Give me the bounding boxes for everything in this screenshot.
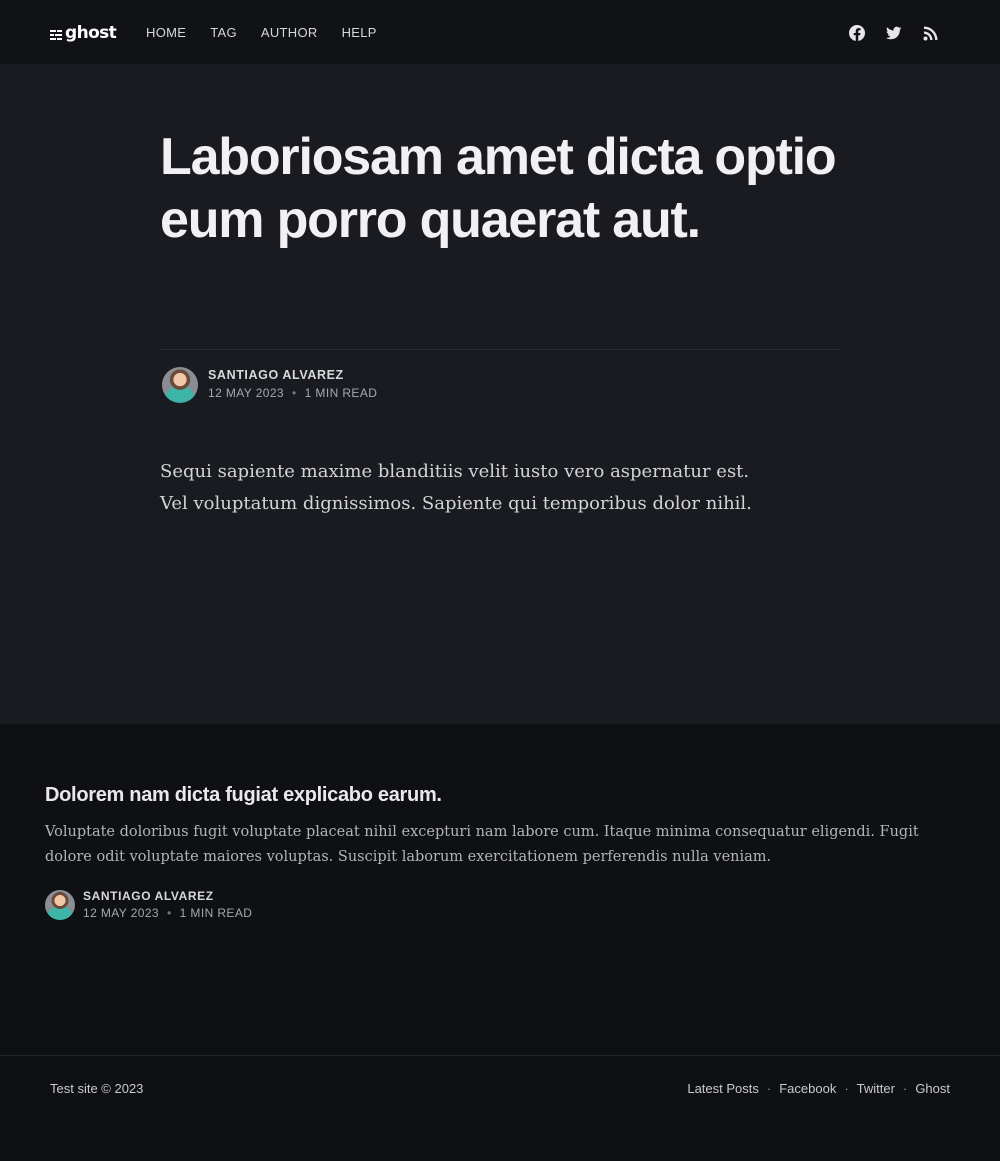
author-avatar[interactable] <box>162 367 198 403</box>
article-byline: SANTIAGO ALVAREZ 12 MAY 2023 • 1 MIN READ <box>162 367 377 403</box>
social-links <box>848 24 959 42</box>
twitter-icon[interactable] <box>885 24 903 42</box>
byline-text: SANTIAGO ALVAREZ 12 MAY 2023 • 1 MIN READ <box>83 888 252 922</box>
author-name[interactable]: SANTIAGO ALVAREZ <box>208 367 377 383</box>
reading-time: 1 MIN READ <box>304 386 378 400</box>
facebook-icon[interactable] <box>848 24 866 42</box>
author-avatar[interactable] <box>45 890 75 920</box>
ghost-logo-icon <box>50 28 62 40</box>
footer-separator: · <box>844 1081 849 1096</box>
footer-link-twitter[interactable]: Twitter <box>857 1081 895 1096</box>
author-name[interactable]: SANTIAGO ALVAREZ <box>83 888 252 904</box>
related-post-byline: SANTIAGO ALVAREZ 12 MAY 2023 • 1 MIN READ <box>45 888 252 922</box>
footer-separator: · <box>902 1081 908 1096</box>
publish-date: 12 MAY 2023 <box>208 386 285 400</box>
article-excerpt: Sequi sapiente maxime blanditiis velit i… <box>160 461 752 514</box>
related-post-excerpt[interactable]: Voluptate doloribus fugit voluptate plac… <box>45 820 955 870</box>
footer-link-latest-posts[interactable]: Latest Posts <box>687 1081 759 1096</box>
footer-nav: Latest Posts · Facebook · Twitter · Ghos… <box>687 1081 950 1096</box>
nav-help[interactable]: HELP <box>342 25 377 41</box>
byline-text: SANTIAGO ALVAREZ 12 MAY 2023 • 1 MIN READ <box>208 367 377 403</box>
reading-time: 1 MIN READ <box>179 906 253 920</box>
related-post-card: Dolorem nam dicta fugiat explicabo earum… <box>0 724 1000 1055</box>
site-footer: Test site © 2023 Latest Posts · Facebook… <box>0 1055 1000 1161</box>
related-post-meta: 12 MAY 2023 • 1 MIN READ <box>83 904 252 922</box>
main-nav: HOME TAG AUTHOR HELP <box>146 25 401 41</box>
copyright: Test site © 2023 <box>50 1081 144 1096</box>
nav-author[interactable]: AUTHOR <box>261 25 318 41</box>
article: Laboriosam amet dicta optio eum porro qu… <box>0 64 1000 724</box>
publish-date: 12 MAY 2023 <box>83 906 160 920</box>
meta-separator: • <box>167 906 172 920</box>
logo-text: ghost <box>65 23 117 43</box>
nav-tag[interactable]: TAG <box>210 25 237 41</box>
article-divider <box>160 349 840 350</box>
ghost-logo[interactable]: ghost <box>50 22 117 44</box>
footer-link-ghost[interactable]: Ghost <box>915 1081 950 1096</box>
article-meta: 12 MAY 2023 • 1 MIN READ <box>208 383 377 403</box>
footer-separator: · <box>766 1081 772 1096</box>
related-post-title[interactable]: Dolorem nam dicta fugiat explicabo earum… <box>45 784 442 807</box>
article-title: Laboriosam amet dicta optio eum porro qu… <box>160 128 837 249</box>
meta-separator: • <box>292 386 297 400</box>
footer-link-facebook[interactable]: Facebook <box>779 1081 836 1096</box>
site-header: ghost HOME TAG AUTHOR HELP <box>0 0 1000 64</box>
rss-icon[interactable] <box>922 24 940 42</box>
nav-home[interactable]: HOME <box>146 25 186 41</box>
